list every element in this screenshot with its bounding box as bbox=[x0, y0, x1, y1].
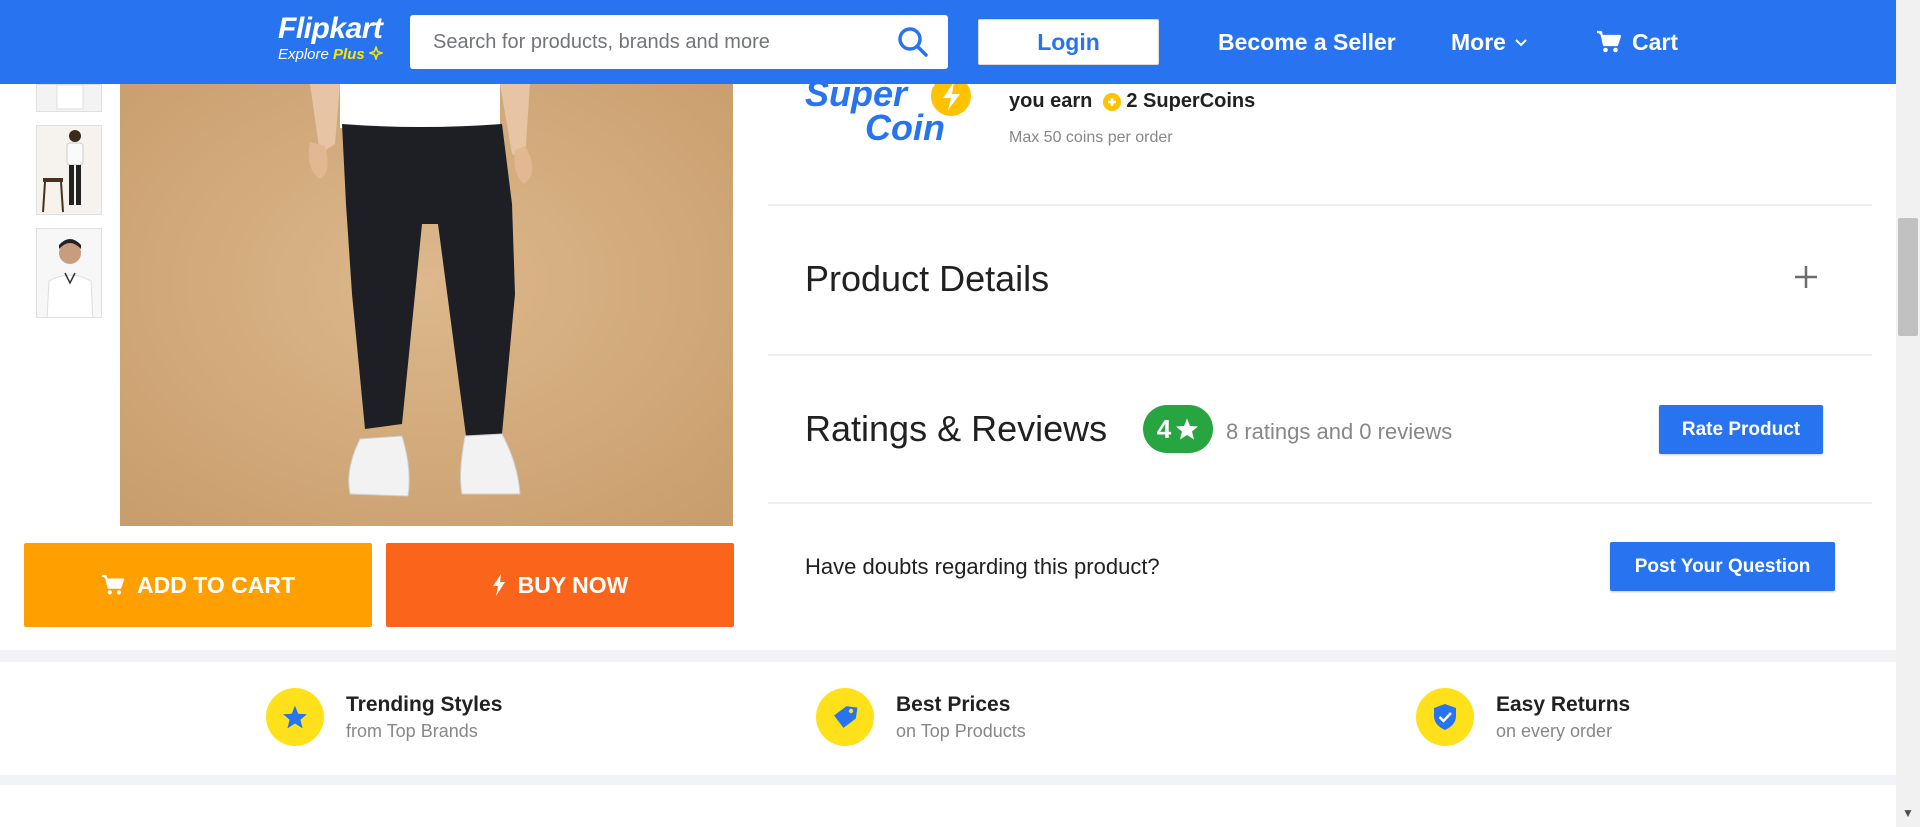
thumbnail-image[interactable] bbox=[36, 84, 102, 112]
feature-title: Trending Styles bbox=[346, 693, 503, 716]
questions-prompt: Have doubts regarding this product? bbox=[805, 554, 1160, 579]
search-bar bbox=[410, 15, 948, 69]
product-page: Flipkart Explore Plus Login Become a Sel… bbox=[0, 0, 1920, 827]
buy-now-label: BUY NOW bbox=[517, 571, 629, 598]
feature-icon-circle bbox=[1416, 688, 1474, 746]
rate-product-button[interactable]: Rate Product bbox=[1659, 405, 1823, 454]
lightning-bolt-icon bbox=[492, 574, 505, 596]
scrollbar-thumb[interactable] bbox=[1898, 218, 1918, 336]
thumbnail-photo bbox=[37, 229, 101, 317]
feature-icon-circle bbox=[816, 688, 874, 746]
section-divider bbox=[768, 204, 1872, 206]
logo-tagline-plus: Plus bbox=[333, 46, 365, 63]
supercoin-earn-text: you earn 2 SuperCoins bbox=[1009, 90, 1255, 113]
scroll-down-arrow-icon[interactable]: ▼ bbox=[1902, 806, 1914, 820]
feature-subtitle: from Top Brands bbox=[346, 721, 478, 741]
star-icon bbox=[1176, 418, 1199, 440]
logo-tagline: Explore Plus bbox=[278, 44, 385, 64]
buy-now-button[interactable]: BUY NOW bbox=[386, 543, 734, 627]
logo-wordmark: Flipkart bbox=[278, 12, 383, 45]
plus-sparkle-icon bbox=[367, 44, 385, 62]
logo-tagline-explore: Explore bbox=[278, 46, 329, 63]
average-rating-badge: 4 bbox=[1143, 405, 1213, 453]
ratings-reviews-heading: Ratings & Reviews bbox=[805, 408, 1108, 449]
section-divider bbox=[768, 502, 1872, 504]
rating-summary[interactable]: 8 ratings and 0 reviews bbox=[1226, 419, 1452, 445]
more-label: More bbox=[1451, 29, 1506, 55]
thumbnail-image[interactable] bbox=[36, 125, 102, 215]
product-main-image[interactable] bbox=[120, 84, 733, 526]
section-divider bbox=[768, 354, 1872, 356]
add-to-cart-label: ADD TO CART bbox=[136, 571, 295, 598]
thumbnail-image[interactable] bbox=[36, 228, 102, 318]
cart-link[interactable]: Cart bbox=[1596, 26, 1678, 58]
feature-trending-styles: Trending Styles from Top Brands bbox=[266, 688, 502, 746]
flipkart-logo[interactable]: Flipkart Explore Plus bbox=[278, 12, 385, 64]
feature-subtitle: on Top Products bbox=[896, 721, 1026, 741]
feature-title: Easy Returns bbox=[1496, 693, 1631, 716]
supercoin-icon bbox=[1103, 92, 1122, 111]
feature-icon-circle bbox=[266, 688, 324, 746]
star-icon bbox=[283, 705, 307, 729]
feature-best-prices: Best Prices on Top Products bbox=[816, 688, 1026, 746]
earn-value: 2 SuperCoins bbox=[1126, 90, 1256, 112]
cart-icon bbox=[101, 574, 125, 595]
post-question-button[interactable]: Post Your Question bbox=[1610, 542, 1835, 591]
search-icon[interactable] bbox=[896, 25, 930, 59]
become-seller-link[interactable]: Become a Seller bbox=[1218, 26, 1396, 58]
page-scrollbar[interactable] bbox=[1896, 0, 1920, 827]
chevron-down-icon bbox=[1515, 39, 1527, 47]
price-tag-icon bbox=[834, 706, 858, 728]
cart-label: Cart bbox=[1632, 29, 1679, 55]
search-input[interactable] bbox=[410, 15, 880, 69]
features-band-bottom bbox=[0, 775, 1896, 785]
cart-icon bbox=[1597, 30, 1622, 53]
supercoin-max-note: Max 50 coins per order bbox=[1009, 129, 1173, 146]
feature-subtitle: on every order bbox=[1496, 721, 1613, 741]
product-photo bbox=[120, 84, 733, 526]
supercoin-logo: Super Coin bbox=[803, 73, 975, 148]
thumbnail-photo bbox=[37, 126, 101, 214]
thumbnail-photo bbox=[37, 85, 101, 111]
average-rating-value: 4 bbox=[1156, 413, 1172, 444]
earn-prefix: you earn bbox=[1009, 90, 1093, 112]
add-to-cart-button[interactable]: ADD TO CART bbox=[24, 543, 372, 627]
top-navbar: Flipkart Explore Plus Login Become a Sel… bbox=[0, 0, 1896, 84]
feature-title: Best Prices bbox=[896, 693, 1011, 716]
product-details-heading[interactable]: Product Details bbox=[805, 258, 1049, 300]
more-menu[interactable]: More bbox=[1451, 26, 1528, 58]
plus-icon[interactable] bbox=[1793, 264, 1819, 290]
features-band-top bbox=[0, 650, 1896, 662]
shield-check-icon bbox=[1434, 704, 1456, 730]
supercoin-badge-icon: Super Coin bbox=[805, 73, 971, 148]
login-button[interactable]: Login bbox=[978, 19, 1159, 65]
supercoin-logo-text-2: Coin bbox=[865, 107, 945, 144]
feature-easy-returns: Easy Returns on every order bbox=[1416, 688, 1630, 746]
